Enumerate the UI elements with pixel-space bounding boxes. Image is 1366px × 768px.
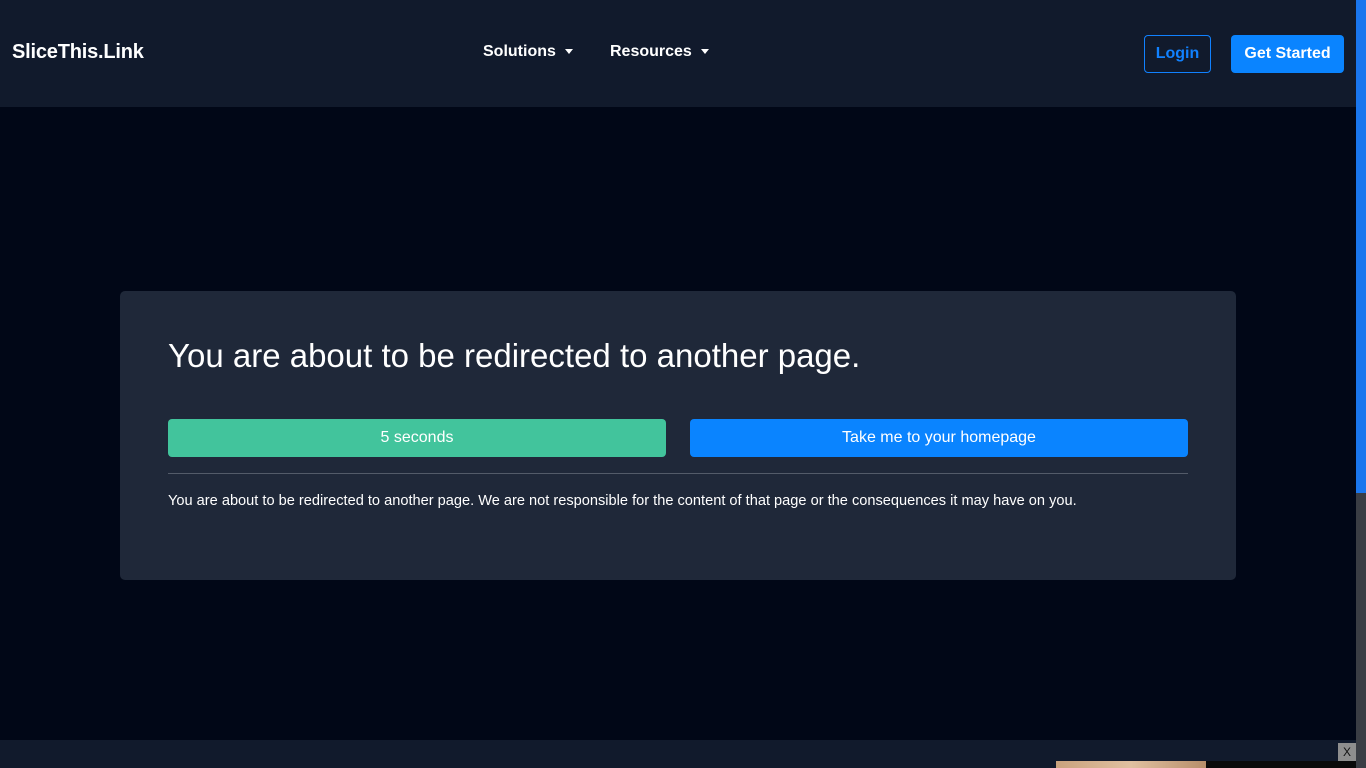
page: SliceThis.Link Solutions Resources Login… <box>0 0 1356 768</box>
login-button[interactable]: Login <box>1144 35 1211 73</box>
caret-down-icon <box>700 48 709 54</box>
nav-solutions-dropdown[interactable]: Solutions <box>483 43 573 61</box>
navbar: SliceThis.Link Solutions Resources Login… <box>0 0 1356 107</box>
divider <box>168 473 1188 474</box>
nav-resources-dropdown[interactable]: Resources <box>610 43 709 61</box>
scrollbar-thumb[interactable] <box>1356 493 1366 768</box>
ad-banner[interactable] <box>1206 761 1356 768</box>
caret-down-icon <box>564 48 573 54</box>
brand-logo[interactable]: SliceThis.Link <box>12 41 144 64</box>
nav-solutions-label: Solutions <box>483 43 556 60</box>
homepage-button[interactable]: Take me to your homepage <box>690 419 1188 457</box>
ad-close-button[interactable]: X <box>1338 743 1356 761</box>
ad-image[interactable] <box>1056 761 1206 768</box>
get-started-button[interactable]: Get Started <box>1231 35 1344 73</box>
disclaimer-text: You are about to be redirected to anothe… <box>168 493 1077 509</box>
countdown-button[interactable]: 5 seconds <box>168 419 666 457</box>
nav-resources-label: Resources <box>610 43 692 60</box>
redirect-card: You are about to be redirected to anothe… <box>120 291 1236 580</box>
page-title: You are about to be redirected to anothe… <box>168 337 861 374</box>
